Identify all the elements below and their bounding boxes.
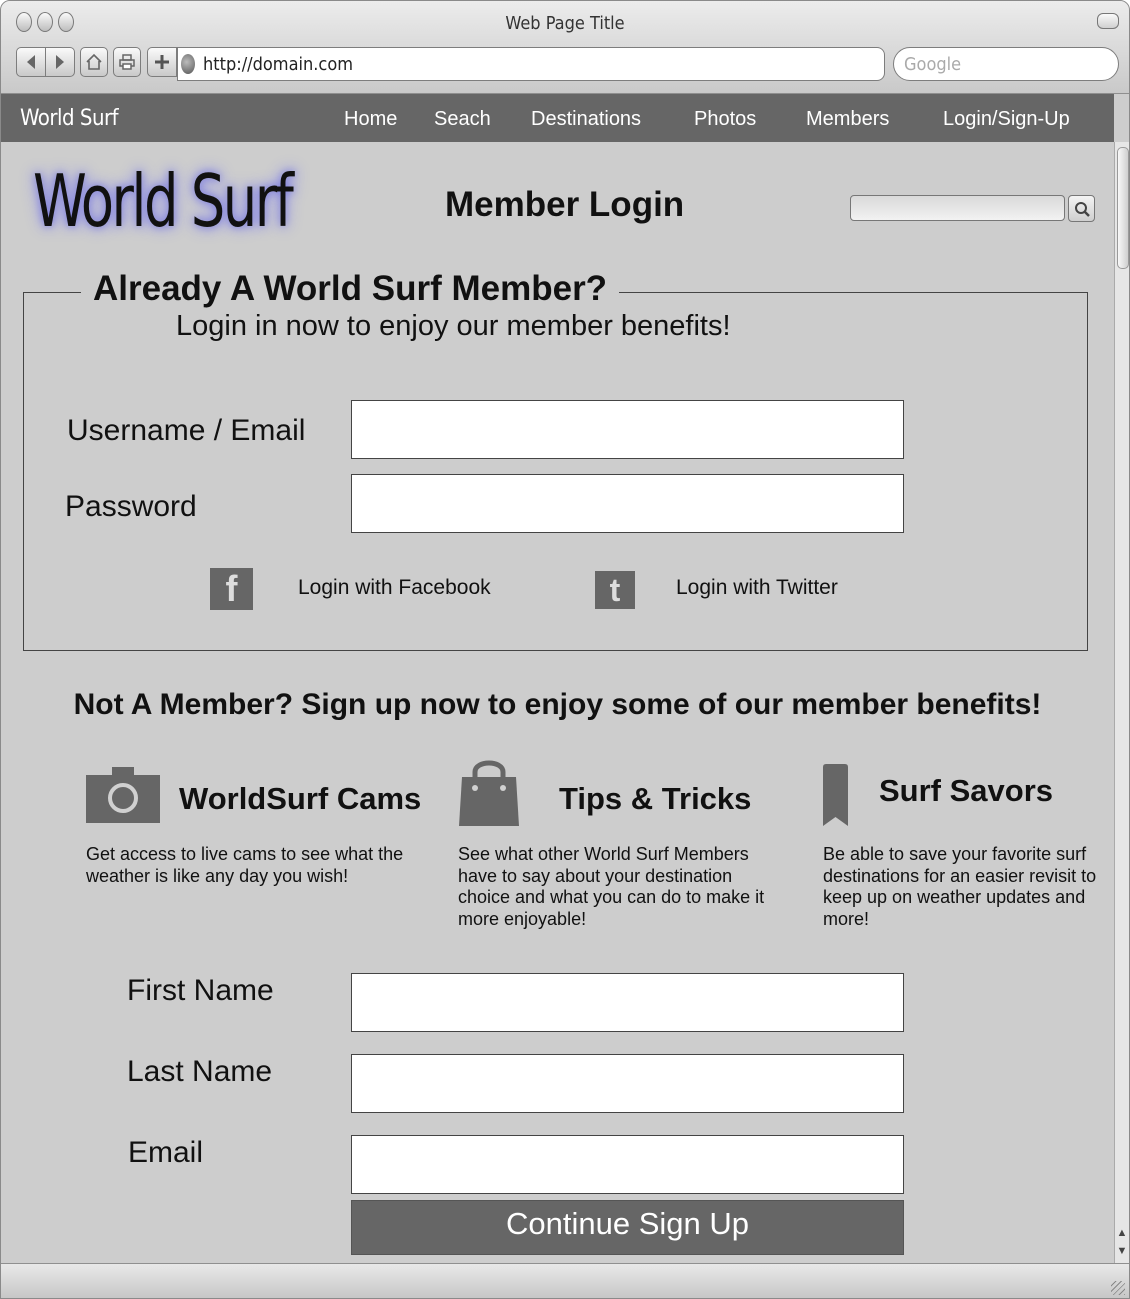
feature-title-savors: Surf Savors [879, 773, 1054, 808]
feature-desc-tips: See what other World Surf Members have t… [458, 844, 765, 929]
password-label: Password [65, 490, 197, 523]
browser-search-input[interactable]: Google [893, 47, 1119, 81]
add-bookmark-button[interactable] [147, 47, 177, 77]
site-search-input[interactable] [850, 195, 1065, 221]
site-search-button[interactable] [1068, 195, 1095, 222]
back-button[interactable] [16, 47, 46, 77]
status-bar [1, 1263, 1129, 1298]
login-subheading: Login in now to enjoy our member benefit… [176, 310, 731, 342]
forward-arrow-icon [56, 55, 64, 69]
globe-icon [181, 54, 195, 74]
nav-item-destinations[interactable]: Destinations [531, 108, 641, 131]
shopping-bag-icon [459, 760, 519, 826]
feature-title-cams: WorldSurf Cams [179, 781, 422, 816]
continue-signup-button[interactable]: Continue Sign Up [351, 1200, 904, 1255]
facebook-icon[interactable]: f [210, 568, 253, 610]
nav-item-members[interactable]: Members [806, 108, 889, 131]
nav-item-search[interactable]: Seach [434, 108, 491, 131]
nav-brand[interactable]: World Surf [20, 106, 119, 131]
login-heading: Already A World Surf Member? [81, 269, 620, 309]
scrollbar-thumb[interactable] [1117, 147, 1129, 269]
browser-window: Web Page Title http://domain.com Google … [0, 0, 1130, 1299]
email-input[interactable] [351, 1135, 904, 1194]
window-title: Web Page Title [505, 13, 625, 34]
browser-toolbar: Web Page Title http://domain.com Google [1, 1, 1129, 94]
vertical-scrollbar[interactable] [1114, 142, 1129, 1263]
forward-button[interactable] [45, 47, 75, 77]
feature-desc-savors: Be able to save your favorite surf desti… [823, 844, 1097, 929]
username-label: Username / Email [67, 414, 306, 447]
print-button[interactable] [113, 47, 141, 77]
toolbar-toggle-button[interactable] [1097, 13, 1119, 29]
scroll-up-arrow-icon[interactable]: ▲ [1115, 1226, 1129, 1240]
camera-icon [86, 767, 160, 823]
resize-grip-icon[interactable] [1111, 1281, 1125, 1295]
printer-icon [119, 54, 135, 70]
email-label: Email [128, 1136, 204, 1169]
bookmark-icon [823, 764, 848, 826]
home-icon [86, 53, 102, 70]
feature-title-tips: Tips & Tricks [559, 781, 752, 816]
signup-heading: Not A Member? Sign up now to enjoy some … [73, 688, 1042, 721]
username-email-input[interactable] [351, 400, 904, 459]
nav-item-login-signup[interactable]: Login/Sign-Up [943, 108, 1070, 131]
twitter-icon[interactable]: t [595, 571, 635, 609]
page-title: Member Login [445, 185, 685, 224]
first-name-input[interactable] [351, 973, 904, 1032]
login-fieldset [23, 292, 1088, 651]
last-name-label: Last Name [127, 1055, 273, 1088]
nav-item-home[interactable]: Home [344, 108, 397, 131]
login-twitter-link[interactable]: Login with Twitter [676, 576, 838, 600]
back-arrow-icon [27, 55, 35, 69]
feature-desc-cams: Get access to live cams to see what the … [86, 844, 404, 886]
search-icon [1074, 201, 1090, 217]
browser-search-placeholder: Google [904, 53, 962, 75]
scroll-down-arrow-icon[interactable]: ▼ [1115, 1244, 1129, 1258]
address-bar[interactable]: http://domain.com [177, 47, 885, 81]
nav-item-photos[interactable]: Photos [694, 108, 756, 131]
last-name-input[interactable] [351, 1054, 904, 1113]
password-input[interactable] [351, 474, 904, 533]
plus-icon [155, 55, 169, 69]
login-facebook-link[interactable]: Login with Facebook [298, 576, 491, 600]
url-text: http://domain.com [203, 53, 353, 75]
home-button[interactable] [80, 47, 108, 77]
site-navbar: World Surf Home Seach Destinations Photo… [1, 94, 1114, 142]
first-name-label: First Name [127, 974, 274, 1007]
site-logo: World Surf [33, 159, 294, 243]
